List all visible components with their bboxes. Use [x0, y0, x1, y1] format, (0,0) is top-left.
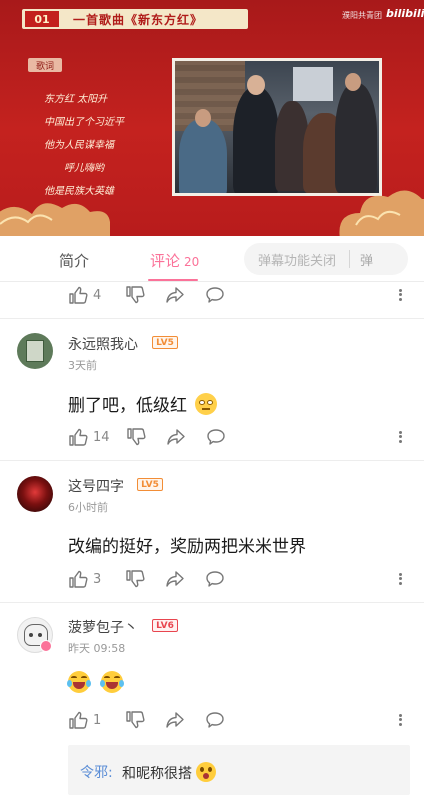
- lyric-tag: 歌词: [28, 58, 62, 72]
- like-button[interactable]: 4: [68, 285, 101, 305]
- dislike-button[interactable]: [125, 569, 145, 589]
- comment-actions: 1: [68, 709, 225, 731]
- surprised-emoji-icon: [196, 762, 217, 782]
- thumbs-down-icon: [125, 710, 145, 730]
- danmaku-divider: [349, 250, 351, 268]
- more-icon[interactable]: [396, 429, 404, 445]
- timestamp: 6小时前: [68, 501, 108, 514]
- thumbs-up-icon: [68, 427, 88, 447]
- timestamp: 3天前: [68, 359, 97, 372]
- eye-roll-emoji-icon: [195, 393, 218, 415]
- like-button[interactable]: 14: [68, 427, 110, 447]
- divider: [0, 460, 424, 461]
- comment-text: [67, 671, 125, 694]
- more-icon[interactable]: [396, 712, 404, 728]
- cloud-ornament-right: [339, 190, 424, 236]
- danmaku-toggle[interactable]: 弹幕功能关闭 弹: [244, 243, 408, 275]
- thumbs-down-icon: [126, 427, 146, 447]
- reply-preview[interactable]: 令邪: 和昵称很搭: [68, 745, 410, 795]
- badge-number: 01: [25, 11, 59, 27]
- reply-button[interactable]: [205, 710, 225, 730]
- lyric-line: 他为人民谋幸福: [44, 140, 114, 151]
- lyric-line: 中国出了个习近平: [44, 117, 124, 128]
- comment-actions: 14: [68, 426, 226, 448]
- comment-text: 删了吧，低级红: [68, 391, 218, 416]
- thumbs-down-icon: [125, 285, 145, 305]
- share-button[interactable]: [166, 427, 186, 447]
- thumbs-up-icon: [68, 710, 88, 730]
- comment-icon: [205, 285, 225, 305]
- badge-title: 一首歌曲《新东方红》: [73, 12, 204, 27]
- reply-username[interactable]: 令邪:: [80, 762, 113, 782]
- video-title-badge: 01 一首歌曲《新东方红》: [22, 9, 248, 29]
- share-icon: [165, 710, 185, 730]
- comment-text-body: 删了吧，低级红: [68, 396, 187, 416]
- username[interactable]: 菠萝包子丶: [68, 617, 138, 637]
- thumbs-up-icon: [68, 569, 88, 589]
- reply-button[interactable]: [205, 285, 225, 305]
- level-badge: LV5: [137, 478, 163, 491]
- like-count: 1: [93, 712, 102, 728]
- vip-badge-icon: [40, 640, 52, 652]
- thumbs-up-icon: [68, 285, 88, 305]
- like-count: 4: [93, 287, 102, 303]
- divider: [0, 318, 424, 319]
- more-icon[interactable]: [396, 287, 404, 303]
- share-button[interactable]: [165, 710, 185, 730]
- cloud-ornament-left: [0, 203, 110, 236]
- share-icon: [165, 285, 185, 305]
- level-badge: LV6: [152, 619, 178, 632]
- like-count: 3: [93, 571, 102, 587]
- timestamp: 昨天 09:58: [68, 642, 126, 655]
- lyric-line: 呼儿嗨哟: [64, 163, 104, 174]
- tab-comments-label: 评论: [150, 252, 181, 270]
- tab-comments[interactable]: 评论 20: [150, 250, 199, 271]
- lyric-line: 东方红 太阳升: [44, 94, 108, 105]
- comment-actions: 4: [68, 284, 225, 306]
- danmaku-send-button[interactable]: 弹: [360, 250, 373, 269]
- laughing-emoji-icon: [100, 671, 125, 693]
- share-button[interactable]: [165, 285, 185, 305]
- like-count: 14: [93, 429, 110, 445]
- dislike-button[interactable]: [125, 285, 145, 305]
- dislike-button[interactable]: [125, 710, 145, 730]
- more-icon[interactable]: [396, 571, 404, 587]
- avatar[interactable]: [17, 476, 53, 512]
- channel-watermark: 濮阳共青团: [342, 11, 382, 20]
- username[interactable]: 这号四字: [68, 476, 124, 496]
- tab-intro[interactable]: 简介: [59, 250, 89, 271]
- level-badge: LV5: [152, 336, 178, 349]
- comment-icon: [205, 569, 225, 589]
- tab-comments-count: 20: [184, 255, 200, 269]
- laughing-emoji-icon: [67, 671, 91, 693]
- danmaku-status: 弹幕功能关闭: [258, 253, 337, 269]
- share-button[interactable]: [165, 569, 185, 589]
- comment-icon: [205, 710, 225, 730]
- reply-button[interactable]: [206, 427, 226, 447]
- avatar[interactable]: [17, 333, 53, 369]
- reply-text-body: 和昵称很搭: [122, 766, 192, 782]
- video-player[interactable]: 01 一首歌曲《新东方红》 濮阳共青团 bilibili 歌词 东方红 太阳升 …: [0, 0, 424, 236]
- share-icon: [166, 427, 186, 447]
- reply-button[interactable]: [205, 569, 225, 589]
- tab-bar: 简介 评论 20 弹幕功能关闭 弹: [0, 236, 424, 282]
- dislike-button[interactable]: [126, 427, 146, 447]
- bilibili-logo: bilibili: [386, 7, 424, 20]
- share-icon: [165, 569, 185, 589]
- comment-text: 改编的挺好，奖励两把米米世界: [68, 537, 306, 557]
- divider: [0, 602, 424, 603]
- reply-text: 和昵称很搭: [122, 762, 217, 783]
- like-button[interactable]: 3: [68, 569, 101, 589]
- thumbs-down-icon: [125, 569, 145, 589]
- username[interactable]: 永远照我心: [68, 334, 138, 354]
- like-button[interactable]: 1: [68, 710, 101, 730]
- active-tab-indicator: [148, 279, 198, 281]
- comment-icon: [206, 427, 226, 447]
- comment-actions: 3: [68, 568, 225, 590]
